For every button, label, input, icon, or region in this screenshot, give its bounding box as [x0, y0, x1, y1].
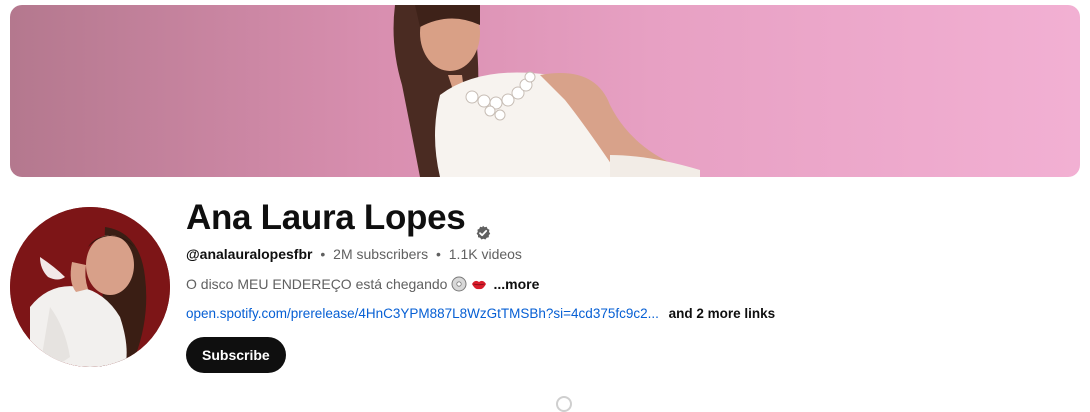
channel-name: Ana Laura Lopes	[186, 198, 466, 237]
lips-emoji	[471, 276, 487, 292]
channel-meta: @analauralopesfbr • 2M subscribers • 1.1…	[186, 246, 522, 262]
channel-banner	[10, 5, 1080, 177]
separator-dot: •	[320, 246, 326, 262]
video-count: 1.1K videos	[448, 246, 522, 262]
channel-handle[interactable]: @analauralopesfbr	[186, 246, 312, 262]
channel-links: open.spotify.com/prerelease/4HnC3YPM887L…	[186, 306, 775, 321]
disc-emoji	[451, 276, 467, 292]
verified-badge-icon	[475, 210, 491, 240]
channel-description[interactable]: O disco MEU ENDEREÇO está chegando ...mo…	[186, 276, 539, 292]
channel-title-row: Ana Laura Lopes	[186, 196, 491, 240]
subscriber-count: 2M subscribers	[333, 246, 429, 262]
loading-spinner-icon	[556, 396, 572, 412]
separator-dot: •	[435, 246, 441, 262]
description-text: O disco MEU ENDEREÇO está chegando	[186, 276, 448, 292]
more-links-button[interactable]: and 2 more links	[669, 306, 776, 321]
subscribe-button[interactable]: Subscribe	[186, 337, 286, 373]
channel-avatar[interactable]	[10, 207, 170, 367]
description-more-button[interactable]: ...more	[493, 276, 539, 292]
spotify-link[interactable]: open.spotify.com/prerelease/4HnC3YPM887L…	[186, 306, 659, 321]
